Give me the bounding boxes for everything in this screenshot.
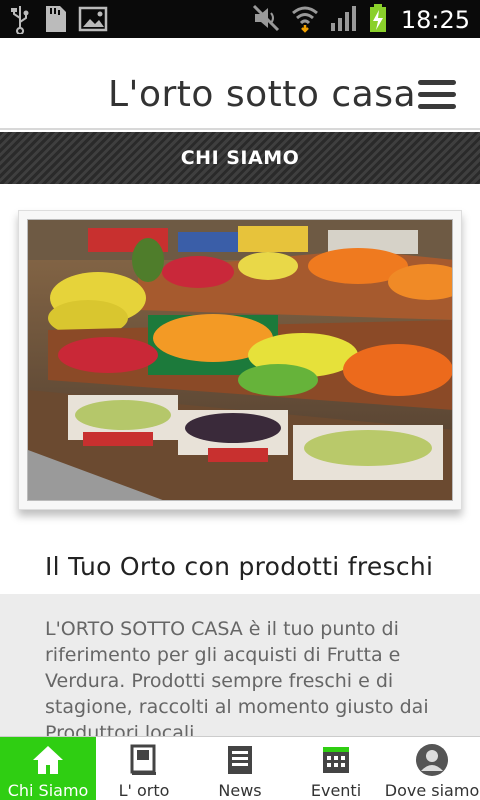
nav-item-chi-siamo[interactable]: Chi Siamo (0, 737, 96, 800)
photo-card (18, 210, 462, 510)
nav-label: Chi Siamo (7, 781, 89, 800)
status-bar-left (8, 4, 108, 38)
sd-card-icon (42, 4, 68, 38)
calendar-icon (319, 743, 353, 777)
usb-icon (8, 4, 32, 38)
nav-item-news[interactable]: News (192, 737, 288, 800)
content-description-box: L'ORTO SOTTO CASA è il tuo punto di rife… (0, 594, 480, 736)
app-title: L'orto sotto casa (108, 74, 417, 115)
clock: 18:25 (400, 6, 470, 34)
nav-label: L' orto (118, 781, 170, 800)
book-icon (127, 743, 161, 777)
nav-label: News (218, 781, 262, 800)
section-title-bar: CHI SIAMO (0, 132, 480, 184)
status-bar-right: 18:25 (251, 3, 470, 37)
app-header: L'orto sotto casa (0, 38, 480, 130)
nav-item-dove-siamo[interactable]: Dove siamo (384, 737, 480, 800)
person-icon (415, 743, 449, 777)
signal-icon (329, 3, 359, 37)
bottom-navigation: Chi Siamo L' orto News Eventi Dove siamo (0, 736, 480, 800)
content-description: L'ORTO SOTTO CASA è il tuo punto di rife… (45, 618, 429, 736)
nav-item-eventi[interactable]: Eventi (288, 737, 384, 800)
nav-label: Eventi (310, 781, 362, 800)
news-icon (223, 743, 257, 777)
image-icon (78, 5, 108, 37)
wifi-icon (291, 3, 319, 37)
home-icon (31, 743, 65, 777)
mute-icon (251, 3, 281, 37)
status-bar: 18:25 (0, 0, 480, 38)
battery-charging-icon (369, 3, 387, 37)
nav-label: Dove siamo (384, 781, 480, 800)
nav-item-l-orto[interactable]: L' orto (96, 737, 192, 800)
fruit-stand-photo (27, 219, 453, 501)
content-heading: Il Tuo Orto con prodotti freschi (45, 552, 434, 581)
hamburger-menu-icon[interactable] (418, 80, 458, 110)
